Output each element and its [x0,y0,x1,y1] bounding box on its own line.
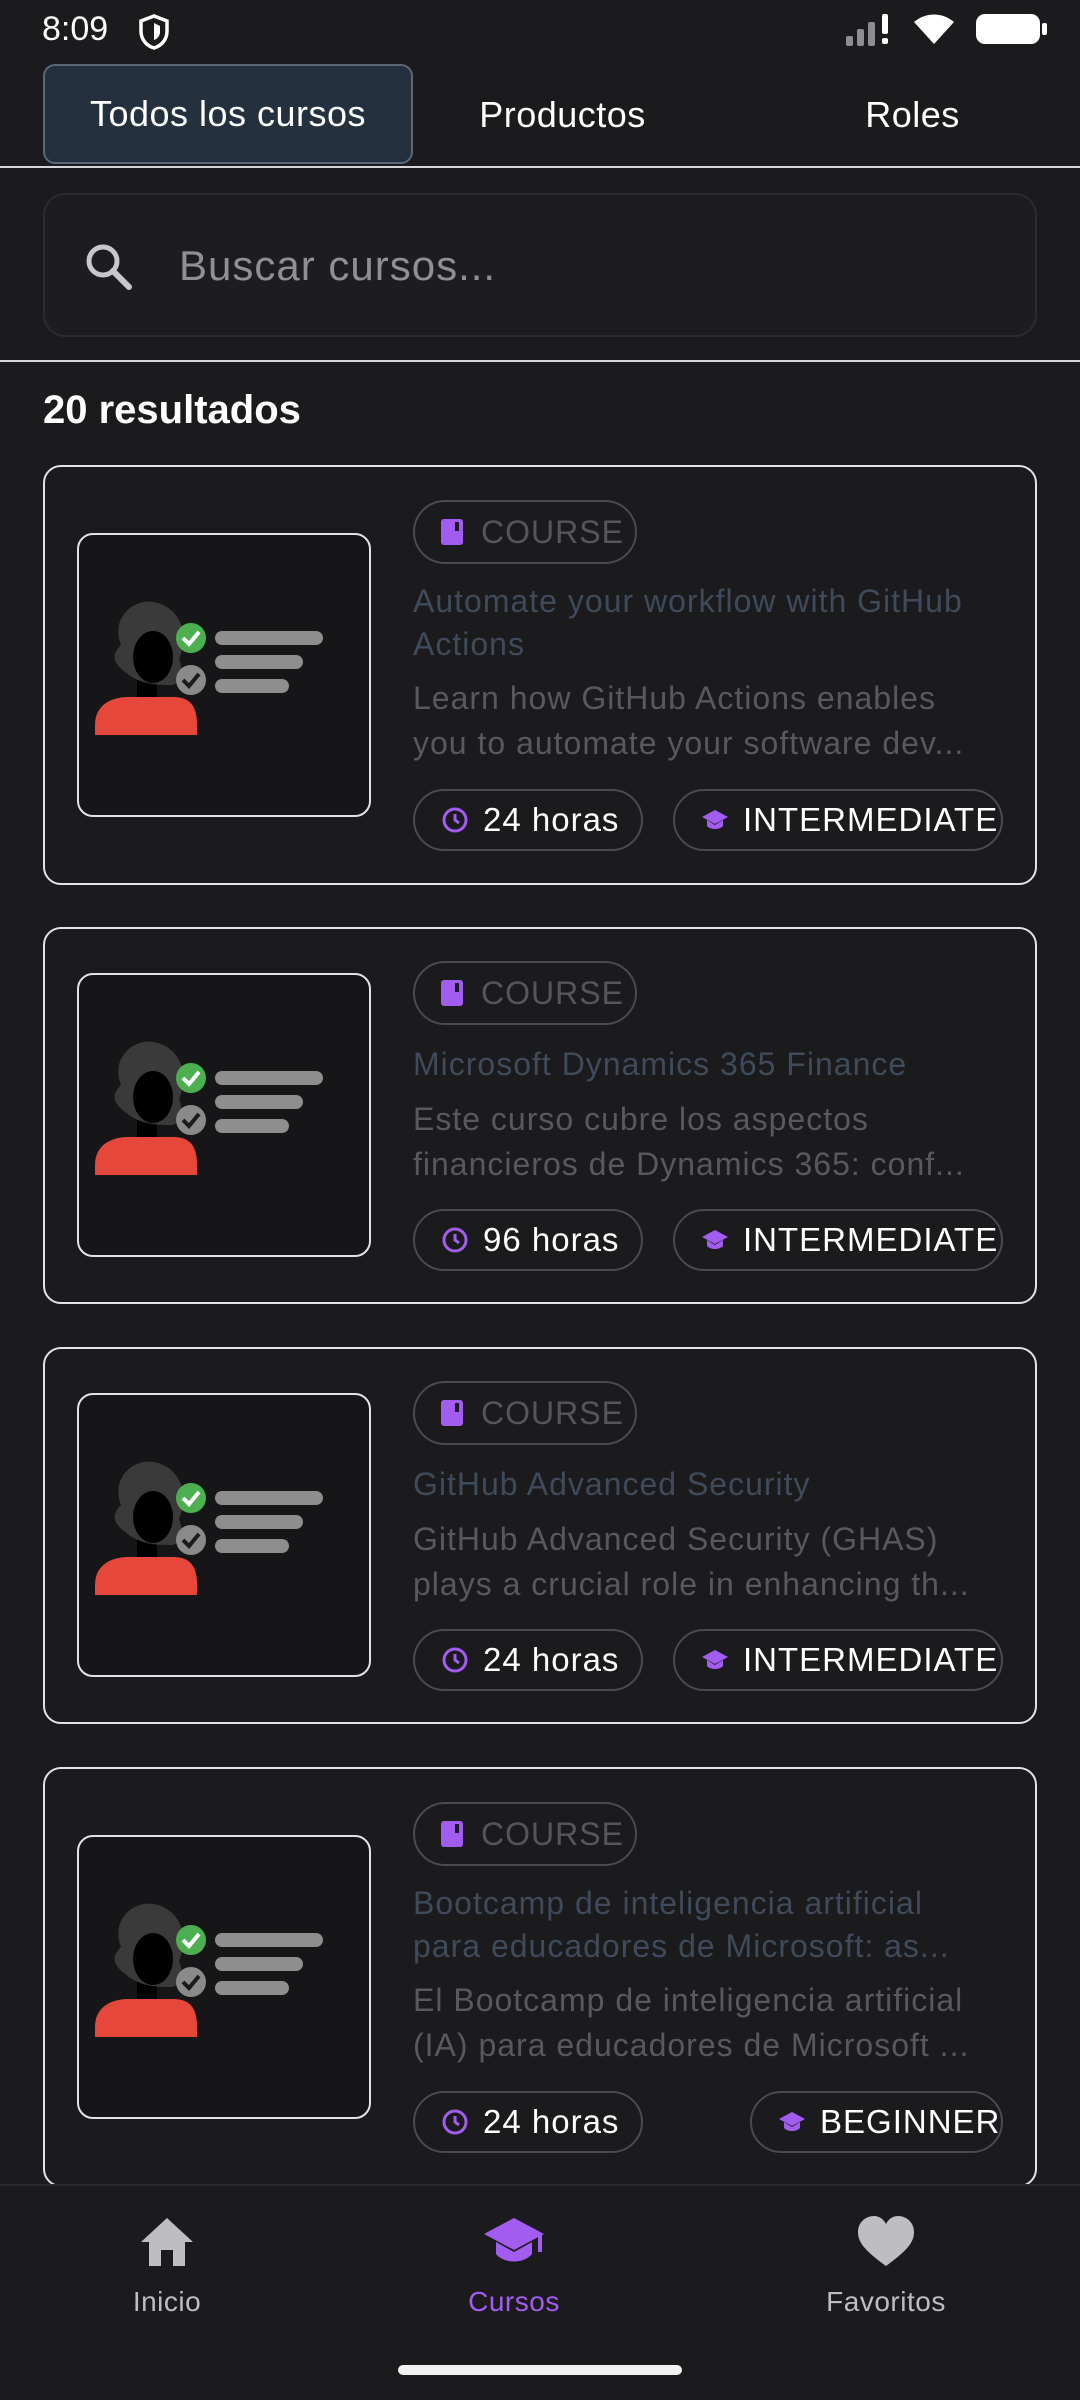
duration-label: 24 horas [483,801,620,838]
search-input[interactable] [179,231,999,301]
course-title: Automate your workflow with GitHub Actio… [413,583,963,662]
graduation-cap-icon [779,2112,805,2131]
clock-icon [442,1227,468,1253]
duration-pill: 96 horas [413,1209,643,1271]
tab-roles[interactable]: Roles [820,64,1005,166]
heart-icon [858,2216,914,2266]
results-count: 20 resultados [43,388,301,432]
course-thumbnail [77,1835,371,2119]
duration-label: 96 horas [483,1221,620,1258]
level-label: BEGINNER [820,2103,1001,2140]
course-description-line: GitHub Advanced Security (GHAS) [413,1521,939,1557]
course-title-line: Bootcamp de inteligencia artificial [413,1885,923,1921]
level-pill: BEGINNER [750,2091,1003,2153]
course-description: Este curso cubre los aspectos financiero… [413,1097,1003,1187]
course-card[interactable]: COURSE Bootcamp de inteligencia artifici… [43,1767,1037,2187]
level-pill: INTERMEDIATE [673,1629,1003,1691]
course-illustration [95,601,323,735]
course-type-label: COURSE [481,974,624,1011]
course-description-line: El Bootcamp de inteligencia artificial [413,1982,964,2018]
nav-item-cursos[interactable]: Cursos [414,2212,614,2318]
level-pill: INTERMEDIATE [673,1209,1003,1271]
level-pill: INTERMEDIATE [673,789,1003,851]
wifi-icon [914,14,954,44]
course-thumbnail [77,973,371,1257]
course-illustration [95,1461,323,1595]
course-illustration [95,1041,323,1175]
course-type-label: COURSE [481,1394,624,1431]
graduation-cap-icon [702,810,728,829]
nav-label: Cursos [468,2286,560,2317]
course-card[interactable]: COURSE Automate your workflow with GitHu… [43,465,1037,885]
course-type-label: COURSE [481,1815,624,1852]
course-thumbnail [77,533,371,817]
course-card[interactable]: COURSE GitHub Advanced Security GitHub A… [43,1347,1037,1724]
course-description: El Bootcamp de inteligencia artificial (… [413,1978,1003,2068]
shield-icon [139,14,169,50]
search-divider [0,360,1080,362]
duration-label: 24 horas [483,1641,620,1678]
tab-all-courses[interactable]: Todos los cursos [43,64,413,164]
nav-label: Favoritos [826,2286,946,2317]
course-type-label: COURSE [481,513,624,550]
level-label: INTERMEDIATE [743,1221,999,1258]
nav-item-inicio[interactable]: Inicio [67,2212,267,2318]
course-title: GitHub Advanced Security [413,1466,811,1502]
course-description: Learn how GitHub Actions enables you to … [413,676,1003,766]
duration-label: 24 horas [483,2103,620,2140]
graduation-cap-icon [702,1650,728,1669]
graduation-cap-icon [702,1230,728,1249]
course-description-line: you to automate your software dev... [413,725,965,761]
course-title: Microsoft Dynamics 365 Finance [413,1046,908,1082]
signal-icon [846,14,888,46]
status-time: 8:09 [42,10,109,48]
level-label: INTERMEDIATE [743,1641,999,1678]
course-description-line: plays a crucial role in enhancing th... [413,1566,970,1602]
course-description-line: Este curso cubre los aspectos [413,1101,869,1137]
course-type-badge: COURSE [413,1802,637,1866]
course-type-badge: COURSE [413,1381,637,1445]
battery-icon [976,14,1047,44]
course-title: Bootcamp de inteligencia artificial para… [413,1882,1003,1968]
book-icon [441,519,463,545]
duration-pill: 24 horas [413,1629,643,1691]
course-description-line: Learn how GitHub Actions enables [413,680,936,716]
graduation-cap-icon [484,2218,544,2262]
course-card[interactable]: COURSE Microsoft Dynamics 365 Finance Es… [43,927,1037,1304]
search-bar[interactable] [43,193,1037,337]
search-icon [86,244,132,290]
duration-pill: 24 horas [413,2091,643,2153]
nav-item-favoritos[interactable]: Favoritos [786,2212,986,2318]
course-description-line: financieros de Dynamics 365: conf... [413,1146,965,1182]
category-tabs: Todos los cursos Productos Roles [0,62,1080,168]
book-icon [441,1821,463,1847]
course-title-line: para educadores de Microsoft: as... [413,1928,950,1964]
clock-icon [442,1647,468,1673]
level-label: INTERMEDIATE [743,801,999,838]
course-thumbnail [77,1393,371,1677]
nav-label: Inicio [132,2286,202,2317]
book-icon [441,1400,463,1426]
course-type-badge: COURSE [413,500,637,564]
book-icon [441,980,463,1006]
status-bar: 8:09 [0,0,1080,62]
course-description-line: (IA) para educadores de Microsoft ... [413,2027,970,2063]
course-illustration [95,1903,323,2037]
tab-products[interactable]: Productos [440,64,685,166]
clock-icon [442,2109,468,2135]
clock-icon [442,807,468,833]
home-icon [141,2218,193,2266]
course-type-badge: COURSE [413,961,637,1025]
duration-pill: 24 horas [413,789,643,851]
home-indicator[interactable] [398,2365,682,2375]
course-description: GitHub Advanced Security (GHAS) plays a … [413,1517,1003,1607]
